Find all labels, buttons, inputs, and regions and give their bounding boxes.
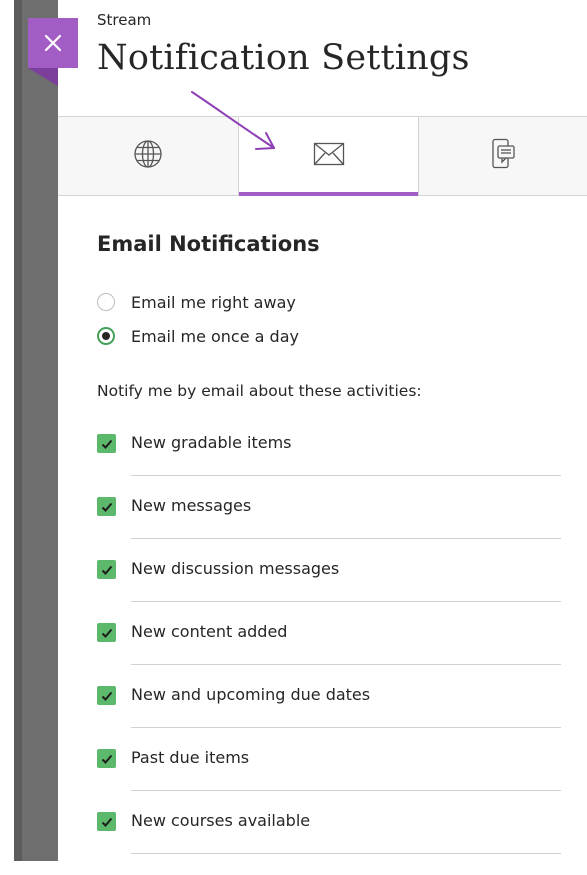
checkbox-checked[interactable] (97, 686, 116, 705)
checkmark-icon (101, 502, 112, 512)
radio-label: Email me right away (131, 292, 296, 312)
divider (131, 664, 561, 665)
checkbox-checked[interactable] (97, 812, 116, 831)
mobile-message-icon (490, 138, 516, 174)
annotation-arrow (191, 91, 275, 150)
page-title: Notification Settings (97, 38, 470, 78)
checkbox-row[interactable]: New discussion messages (97, 559, 561, 623)
checkbox-row[interactable]: New messages (97, 496, 561, 560)
checkmark-icon (101, 439, 112, 449)
close-button[interactable] (28, 18, 78, 68)
checkbox-checked[interactable] (97, 497, 116, 516)
checkbox-checked[interactable] (97, 560, 116, 579)
checkmark-icon (101, 691, 112, 701)
checkbox-label: New messages (131, 496, 252, 515)
underlying-page-shade (14, 0, 22, 861)
close-icon (44, 34, 62, 52)
checkbox-label: New content added (131, 622, 288, 641)
checkbox-checked[interactable] (97, 623, 116, 642)
checkbox-label: New and upcoming due dates (131, 685, 371, 704)
checkbox-label: New discussion messages (131, 559, 340, 578)
checkmark-icon (101, 754, 112, 764)
radio-button[interactable] (97, 293, 115, 311)
activities-label: Notify me by email about these activitie… (97, 382, 422, 400)
checkmark-icon (101, 565, 112, 575)
radio-label: Email me once a day (131, 326, 299, 346)
close-button-flag (28, 68, 58, 86)
checkbox-checked[interactable] (97, 434, 116, 453)
email-settings-content: Email Notifications Email me right away … (58, 196, 587, 861)
checkbox-row[interactable]: New and upcoming due dates (97, 685, 561, 749)
checkbox-label: Past due items (131, 748, 250, 767)
panel-header: Stream Notification Settings (58, 0, 587, 117)
checkmark-icon (101, 817, 112, 827)
radio-button[interactable] (97, 327, 115, 345)
envelope-icon (313, 142, 345, 170)
divider (131, 475, 561, 476)
checkbox-row[interactable]: New courses available (97, 811, 561, 875)
checkbox-label: New courses available (131, 811, 311, 830)
globe-icon (133, 139, 163, 173)
checkbox-row[interactable]: New content added (97, 622, 561, 686)
background-edge (0, 0, 14, 861)
notification-settings-panel: Stream Notification Settings Email Notif… (58, 0, 587, 861)
divider (131, 601, 561, 602)
channel-tabs (58, 117, 587, 196)
checkmark-icon (101, 628, 112, 638)
radio-email-once-a-day[interactable]: Email me once a day (97, 324, 299, 348)
section-heading: Email Notifications (97, 232, 320, 256)
divider (131, 853, 561, 854)
divider (131, 727, 561, 728)
radio-selected-dot (102, 332, 110, 340)
panel-kicker: Stream (97, 11, 152, 29)
radio-email-right-away[interactable]: Email me right away (97, 290, 296, 314)
checkbox-checked[interactable] (97, 749, 116, 768)
divider (131, 790, 561, 791)
checkbox-row[interactable]: Past due items (97, 748, 561, 812)
checkbox-label: New gradable items (131, 433, 292, 452)
checkbox-row[interactable]: New gradable items (97, 433, 561, 497)
tab-push[interactable] (419, 117, 587, 195)
divider (131, 538, 561, 539)
